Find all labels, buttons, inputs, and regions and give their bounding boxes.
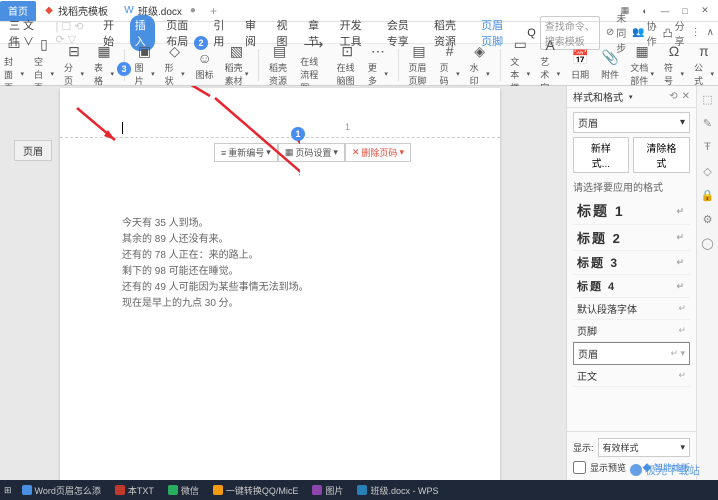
body-line: 还有的 78 人正在：来的路上。 <box>122 248 438 264</box>
toolbar-艺术字[interactable]: A艺术字▾ <box>540 36 560 94</box>
style-item[interactable]: 标题 4↵ <box>573 275 690 298</box>
body-line: 剩下的 98 可能还在睡觉。 <box>122 264 438 280</box>
clear-format-button[interactable]: 清除格式 <box>633 137 690 173</box>
toolbar-表格[interactable]: ▦表格▾ <box>94 42 114 87</box>
header-toolbar: ≡ 重新编号 ▾ ▦ 页码设置 ▾ ✕ 删除页码 ▾ <box>214 143 411 162</box>
body-line: 现在是早上的九点 30 分。 <box>122 296 438 312</box>
more-icon[interactable]: ⋮ <box>691 27 701 38</box>
preview-checkbox[interactable] <box>573 461 586 474</box>
taskbar-item[interactable]: 本TXT <box>111 484 158 497</box>
panel-refresh-icon[interactable]: ⟲ <box>669 91 677 102</box>
style-item[interactable]: 页眉↵ ▾ <box>573 342 690 365</box>
style-list: 标题 1↵标题 2↵标题 3↵标题 4↵默认段落字体↵页脚↵页眉↵ ▾正文↵ <box>573 198 690 387</box>
style-item[interactable]: 标题 2↵ <box>573 225 690 251</box>
main-area: 1 页眉 ≡ 重新编号 ▾ ▦ 页码设置 ▾ ✕ 删除页码 ▾ 今天有 35 人… <box>0 86 718 480</box>
toolbar-图片[interactable]: ▣图片▾ <box>135 42 155 87</box>
badge-3: 3 <box>117 62 131 76</box>
watermark: 极光下载站 <box>630 462 700 478</box>
pencil-icon[interactable]: ✎ <box>701 116 715 130</box>
start-button[interactable]: ⊞ <box>4 485 12 496</box>
shape-icon[interactable]: ◇ <box>701 164 715 178</box>
document-body: 今天有 35 人到场。其余的 89 人还没有来。还有的 78 人正在：来的路上。… <box>60 138 500 312</box>
toolbar-文本框[interactable]: ▭文本框▾ <box>510 36 530 94</box>
circle-icon[interactable]: ◯ <box>701 236 715 250</box>
renumber-button[interactable]: ≡ 重新编号 ▾ <box>214 143 278 162</box>
badge-2: 2 <box>194 36 208 50</box>
style-item[interactable]: 页脚↵ <box>573 320 690 342</box>
delete-pagenum-button[interactable]: ✕ 删除页码 ▾ <box>345 143 411 162</box>
new-style-button[interactable]: 新样式... <box>573 137 629 173</box>
side-select-icon[interactable]: ⬚ <box>701 92 715 106</box>
toolbar-公式[interactable]: π公式▾ <box>694 42 714 87</box>
toolbar-封面页[interactable]: ▭封面页▾ <box>4 36 24 94</box>
toolbar-形状[interactable]: ◇形状▾ <box>165 42 185 87</box>
toolbar-在线脑图[interactable]: ⊡在线脑图 <box>337 42 358 87</box>
toolbar-日期[interactable]: 📅日期 <box>570 49 590 81</box>
toolbar-分页[interactable]: ⊟分页▾ <box>64 42 84 87</box>
badge-1: 1 <box>291 127 305 141</box>
styles-panel: 样式和格式▾ ⟲✕ 页眉▾ 新样式... 清除格式 请选择要应用的格式 标题 1… <box>566 86 696 480</box>
style-item[interactable]: 正文↵ <box>573 365 690 387</box>
lock-icon[interactable]: 🔒 <box>701 188 715 202</box>
toolbar-在线流程图[interactable]: ⟶在线流程图 <box>300 36 326 94</box>
current-style-combo[interactable]: 页眉▾ <box>573 112 690 133</box>
panel-header: 样式和格式▾ ⟲✕ <box>567 86 696 108</box>
toolbar-附件[interactable]: 📎附件 <box>600 49 620 81</box>
style-item[interactable]: 标题 3↵ <box>573 251 690 275</box>
body-line: 今天有 35 人到场。 <box>122 216 438 232</box>
gear-icon[interactable]: ⚙ <box>701 212 715 226</box>
panel-close-icon[interactable]: ✕ <box>682 91 690 102</box>
taskbar: ⊞ Word页眉怎么添本TXT 微信一键转换QQ/MicE 图片班级.docx - … <box>0 480 718 500</box>
body-line: 还有的 49 人可能因为某些事情无法到场。 <box>122 280 438 296</box>
style-item[interactable]: 默认段落字体↵ <box>573 298 690 320</box>
toolbar-稻壳素材[interactable]: ▧稻壳素材▾ <box>225 42 249 87</box>
toolbar-页眉页脚[interactable]: ▤页眉页脚 <box>408 42 429 87</box>
taskbar-item[interactable]: 微信 <box>164 484 203 497</box>
style-item[interactable]: 标题 1↵ <box>573 198 690 225</box>
toolbar-稻壳资源[interactable]: ▤稻壳资源 <box>269 42 290 87</box>
taskbar-item[interactable]: 班级.docx - WPS <box>353 484 442 497</box>
toolbar-空白页[interactable]: ▯空白页▾ <box>34 36 54 94</box>
toolbar-图标[interactable]: ☺图标 <box>195 49 215 81</box>
page-settings-button[interactable]: ▦ 页码设置 ▾ <box>278 143 345 162</box>
header-zone[interactable]: 1 <box>60 88 500 138</box>
toolbar-水印[interactable]: ◈水印▾ <box>470 42 490 87</box>
t-icon[interactable]: Ŧ <box>701 140 715 154</box>
logo-icon <box>630 464 642 476</box>
side-icon-strip: ⬚ ✎ Ŧ ◇ 🔒 ⚙ ◯ <box>696 86 718 480</box>
taskbar-item[interactable]: 一键转换QQ/MicE <box>209 484 303 497</box>
taskbar-item[interactable]: 图片 <box>308 484 347 497</box>
page-number: 1 <box>345 122 350 132</box>
panel-hint: 请选择要应用的格式 <box>573 179 690 194</box>
show-combo[interactable]: 有效样式▾ <box>598 438 690 457</box>
panel-title: 样式和格式 <box>573 89 623 104</box>
toolbar-更多[interactable]: ⋯更多▾ <box>368 42 388 87</box>
document-page[interactable]: 1 页眉 ≡ 重新编号 ▾ ▦ 页码设置 ▾ ✕ 删除页码 ▾ 今天有 35 人… <box>60 88 500 480</box>
toolbar-文档部件[interactable]: ▦文档部件▾ <box>630 42 654 87</box>
toolbar-符号[interactable]: Ω符号▾ <box>664 42 684 87</box>
text-cursor <box>122 122 123 134</box>
menu-bar: 三 文件 ∨ | ☐ ⟲ ⟳ ▽ 开始 插入 页面布局 引用 审阅 视图 章节 … <box>0 22 718 44</box>
document-area: 1 页眉 ≡ 重新编号 ▾ ▦ 页码设置 ▾ ✕ 删除页码 ▾ 今天有 35 人… <box>0 86 566 480</box>
taskbar-item[interactable]: Word页眉怎么添 <box>18 484 105 497</box>
body-line: 其余的 89 人还没有来。 <box>122 232 438 248</box>
preview-label: 显示预览 <box>590 461 626 474</box>
header-label: 页眉 <box>14 140 52 161</box>
toolbar-页码[interactable]: #页码▾ <box>440 42 460 87</box>
collapse-icon[interactable]: ∧ <box>707 27 714 38</box>
word-icon: W <box>124 6 134 16</box>
